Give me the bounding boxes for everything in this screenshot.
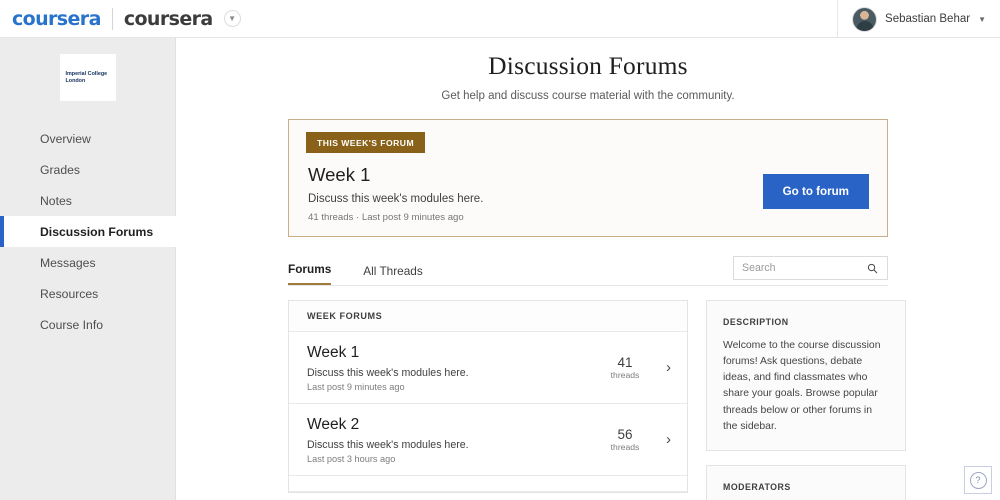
thread-count-label: threads <box>610 442 640 453</box>
main-content: Discussion Forums Get help and discuss c… <box>176 38 1000 500</box>
sidebar-item-label: Overview <box>40 131 91 146</box>
sidebar-item-grades[interactable]: Grades <box>0 154 175 185</box>
thread-count-label: threads <box>610 370 640 381</box>
partner-logo-label: Imperial College London <box>65 70 108 84</box>
help-button[interactable]: ? <box>964 466 992 494</box>
table-row[interactable]: Week 1 Discuss this week's modules here.… <box>289 332 687 404</box>
user-menu[interactable]: Sebastian Behar ▼ <box>837 0 986 38</box>
search-box[interactable] <box>733 256 888 280</box>
forum-row-description: Discuss this week's modules here. <box>307 438 469 451</box>
sidebar-item-course-info[interactable]: Course Info <box>0 309 175 340</box>
sidebar-item-label: Resources <box>40 286 99 301</box>
partner-logo-text[interactable]: coursera <box>124 8 213 30</box>
forum-row-content: Week 2 Discuss this week's modules here.… <box>307 416 606 464</box>
sidebar-item-resources[interactable]: Resources <box>0 278 175 309</box>
sidebar-item-discussion-forums[interactable]: Discussion Forums <box>0 216 176 247</box>
sidebar-item-label: Notes <box>40 193 72 208</box>
logo-divider <box>111 7 113 30</box>
moderators-panel-title: MODERATORS <box>723 481 791 492</box>
sidebar-nav: Overview Grades Notes Discussion Forums … <box>0 123 176 340</box>
coursera-logo[interactable]: coursera <box>12 8 101 30</box>
status-badge: THIS WEEK'S FORUM <box>306 132 426 153</box>
user-name-label: Sebastian Behar <box>885 13 971 25</box>
course-sidebar: Imperial College London Overview Grades … <box>0 38 176 500</box>
thread-count-value: 56 <box>617 426 633 442</box>
logo-group: coursera coursera ▼ <box>0 7 241 30</box>
page-header: Discussion Forums Get help and discuss c… <box>176 38 1000 102</box>
page-title: Discussion Forums <box>488 51 688 80</box>
thread-count: 56 threads <box>606 427 644 453</box>
sidebar-item-messages[interactable]: Messages <box>0 247 175 278</box>
partner-logo: Imperial College London <box>59 54 116 101</box>
tab-forums[interactable]: Forums <box>288 262 332 285</box>
forum-row-meta: Last post 3 hours ago <box>307 453 396 464</box>
chevron-right-icon[interactable]: › <box>666 431 671 448</box>
description-panel-text: Welcome to the course discussion forums!… <box>723 340 881 432</box>
forum-row-meta: Last post 9 minutes ago <box>307 381 405 392</box>
chevron-right-icon[interactable]: › <box>666 359 671 376</box>
table-row[interactable]: Week 2 Discuss this week's modules here.… <box>289 404 687 476</box>
sidebar-item-notes[interactable]: Notes <box>0 185 175 216</box>
right-rail: DESCRIPTION Welcome to the course discus… <box>706 300 906 500</box>
top-navigation-bar: coursera coursera ▼ Sebastian Behar ▼ <box>0 0 1000 38</box>
forum-row-content: Week 1 Discuss this week's modules here.… <box>307 344 606 392</box>
sidebar-item-label: Messages <box>40 255 96 270</box>
description-panel-title: DESCRIPTION <box>723 317 789 327</box>
list-section-header: WEEK FORUMS <box>289 301 687 332</box>
forum-tabs-row: Forums All Threads <box>288 256 888 286</box>
sidebar-item-label: Grades <box>40 162 80 177</box>
featured-forum-card[interactable]: THIS WEEK'S FORUM Week 1 Discuss this we… <box>288 119 888 237</box>
search-icon[interactable] <box>867 263 878 274</box>
featured-forum-title: Week 1 <box>308 164 371 185</box>
featured-forum-description: Discuss this week's modules here. <box>308 193 484 205</box>
sidebar-item-label: Discussion Forums <box>40 224 154 239</box>
go-to-forum-button[interactable]: Go to forum <box>762 174 869 209</box>
forums-and-rail: WEEK FORUMS Week 1 Discuss this week's m… <box>288 300 974 500</box>
forum-row-title: Week 2 <box>307 415 360 433</box>
sidebar-item-label: Course Info <box>40 317 104 332</box>
sidebar-item-overview[interactable]: Overview <box>0 123 175 154</box>
chevron-down-icon[interactable]: ▼ <box>223 10 241 27</box>
page-subtitle: Get help and discuss course material wit… <box>441 90 735 102</box>
thread-count-value: 41 <box>617 354 633 370</box>
featured-forum-meta: 41 threads · Last post 9 minutes ago <box>308 212 464 223</box>
moderators-panel: MODERATORS AB i LD s <box>706 464 906 500</box>
avatar <box>852 6 878 32</box>
chevron-down-icon[interactable]: ▼ <box>978 15 986 24</box>
tab-all-threads[interactable]: All Threads <box>363 264 422 285</box>
question-mark-icon: ? <box>969 471 987 489</box>
description-panel: DESCRIPTION Welcome to the course discus… <box>706 300 906 451</box>
forum-row-description: Discuss this week's modules here. <box>307 366 469 379</box>
table-row[interactable] <box>289 476 687 492</box>
forum-row-title: Week 1 <box>307 343 360 361</box>
week-forums-list: WEEK FORUMS Week 1 Discuss this week's m… <box>288 300 688 493</box>
thread-count: 41 threads <box>606 355 644 381</box>
search-input[interactable] <box>742 262 867 274</box>
